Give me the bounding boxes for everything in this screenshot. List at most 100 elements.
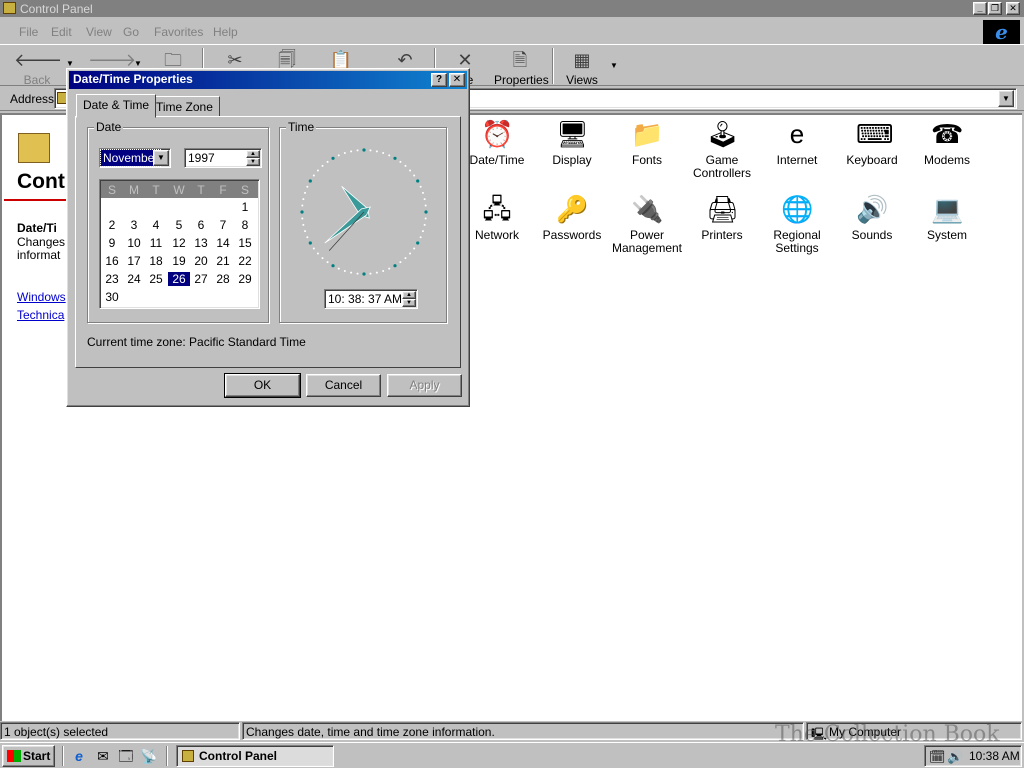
properties-button[interactable]: 🗎 Properties: [494, 47, 549, 87]
tab-date-time[interactable]: Date & Time: [76, 94, 157, 118]
calendar-day[interactable]: 7: [212, 218, 234, 232]
apply-button[interactable]: Apply: [387, 374, 462, 397]
calendar-day[interactable]: 10: [123, 236, 145, 250]
window-titlebar[interactable]: Control Panel _ ❐ ✕: [0, 0, 1024, 17]
dialog-close-button[interactable]: ✕: [449, 73, 465, 87]
calendar-day[interactable]: 25: [145, 272, 167, 286]
calendar-day[interactable]: 17: [123, 254, 145, 268]
menu-file[interactable]: File: [19, 25, 38, 39]
quicklaunch-ie-icon[interactable]: e: [70, 747, 88, 765]
calendar-day[interactable]: 22: [234, 254, 256, 268]
menu-help[interactable]: Help: [213, 25, 238, 39]
time-down-icon[interactable]: ▼: [402, 299, 416, 307]
cp-item-system[interactable]: 💻 System: [909, 193, 985, 242]
cp-item-keyboard[interactable]: ⌨ Keyboard: [834, 118, 910, 167]
technical-link[interactable]: Technica: [17, 308, 64, 322]
back-button[interactable]: 🡐 Back: [14, 47, 62, 87]
cp-item-game-controllers[interactable]: 🕹 Game Controllers: [684, 118, 760, 180]
tray-schedule-icon[interactable]: 🗓: [929, 747, 946, 767]
calendar-day[interactable]: 15: [234, 236, 256, 250]
calendar-day[interactable]: 3: [123, 218, 145, 232]
taskbar-control-panel[interactable]: Control Panel: [176, 745, 334, 767]
calendar-day[interactable]: 27: [190, 272, 212, 286]
dialog-titlebar[interactable]: Date/Time Properties ? ✕: [69, 71, 467, 89]
start-button[interactable]: Start: [2, 745, 55, 767]
calendar-day[interactable]: 14: [212, 236, 234, 250]
forward-dropdown-icon[interactable]: ▼: [134, 59, 142, 68]
calendar-day[interactable]: 24: [123, 272, 145, 286]
calendar-day[interactable]: 12: [168, 236, 190, 250]
time-up-icon[interactable]: ▲: [402, 291, 416, 299]
clock-minute-mark: [404, 257, 407, 260]
views-dropdown-icon[interactable]: ▼: [610, 61, 618, 70]
cp-item-fonts[interactable]: 📁 Fonts: [609, 118, 685, 167]
calendar-day[interactable]: 11: [145, 236, 167, 250]
calendar-day[interactable]: 29: [234, 272, 256, 286]
cancel-button[interactable]: Cancel: [306, 374, 381, 397]
menu-go[interactable]: Go: [123, 25, 139, 39]
calendar-day[interactable]: 28: [212, 272, 234, 286]
menu-view[interactable]: View: [86, 25, 112, 39]
calendar-day[interactable]: 5: [168, 218, 190, 232]
cp-item-printers[interactable]: 🖨 Printers: [684, 193, 760, 242]
calendar-day[interactable]: 6: [190, 218, 212, 232]
clock-hour-mark: [416, 241, 420, 245]
calendar-day[interactable]: 18: [145, 254, 167, 268]
month-dropdown-icon[interactable]: ▼: [153, 150, 169, 166]
printer-folder-icon: 🖨: [706, 194, 740, 224]
minimize-button[interactable]: _: [973, 2, 987, 15]
internet-icon: e: [789, 119, 805, 149]
cp-item-date-time[interactable]: ⏰ Date/Time: [459, 118, 535, 167]
tab-time-zone[interactable]: Time Zone: [149, 96, 220, 117]
quicklaunch-desktop-icon[interactable]: 🗔: [117, 747, 135, 765]
clock-minute-mark: [337, 154, 340, 157]
cp-item-sounds[interactable]: 🔊 Sounds: [834, 193, 910, 242]
ok-button[interactable]: OK: [224, 373, 301, 398]
weekday-label: M: [129, 183, 139, 197]
year-down-icon[interactable]: ▼: [246, 158, 260, 166]
time-spinner[interactable]: 10: 38: 37 AM ▲ ▼: [324, 289, 418, 309]
calendar-day[interactable]: 9: [101, 236, 123, 250]
cp-item-display[interactable]: 🖥 Display: [534, 118, 610, 167]
calendar-day[interactable]: 1: [234, 200, 256, 214]
tray-clock[interactable]: 10:38 AM: [969, 749, 1020, 763]
close-button[interactable]: ✕: [1006, 2, 1020, 15]
windows-link[interactable]: Windows: [17, 290, 66, 304]
cp-item-modems[interactable]: ☎ Modems: [909, 118, 985, 167]
calendar-day[interactable]: 8: [234, 218, 256, 232]
cp-item-regional-settings[interactable]: 🌐 Regional Settings: [759, 193, 835, 255]
keys-icon: 🔑: [556, 194, 589, 224]
calendar-day[interactable]: 30: [101, 290, 123, 304]
clock-icon: ⏰: [481, 119, 514, 149]
calendar-day[interactable]: 2: [101, 218, 123, 232]
restore-button[interactable]: ❐: [988, 2, 1002, 15]
calendar-day[interactable]: 19: [168, 254, 190, 268]
cp-item-passwords[interactable]: 🔑 Passwords: [534, 193, 610, 242]
help-button[interactable]: ?: [431, 73, 447, 87]
cp-item-power-management[interactable]: 🔌 Power Management: [609, 193, 685, 255]
views-button[interactable]: ▦ Views: [562, 47, 602, 87]
cp-item-network[interactable]: 🖧 Network: [459, 193, 535, 242]
calendar-day[interactable]: 13: [190, 236, 212, 250]
address-dropdown-icon[interactable]: ▼: [998, 90, 1014, 107]
weekday-label: T: [152, 183, 160, 197]
calendar-day[interactable]: 21: [212, 254, 234, 268]
calendar-day[interactable]: 23: [101, 272, 123, 286]
year-up-icon[interactable]: ▲: [246, 150, 260, 158]
back-dropdown-icon[interactable]: ▼: [66, 59, 74, 68]
clock-minute-mark: [399, 160, 402, 163]
menu-edit[interactable]: Edit: [51, 25, 72, 39]
calendar-day-selected[interactable]: 26: [168, 272, 190, 286]
month-select[interactable]: November ▼: [99, 148, 171, 168]
menu-favorites[interactable]: Favorites: [154, 25, 203, 39]
quicklaunch-channels-icon[interactable]: 📡: [140, 747, 158, 765]
tray-volume-icon[interactable]: 🔊: [947, 747, 963, 767]
clock-minute-mark: [382, 269, 385, 272]
cp-item-internet[interactable]: e Internet: [759, 118, 835, 167]
calendar-day[interactable]: 20: [190, 254, 212, 268]
year-spinner[interactable]: 1997 ▲ ▼: [184, 148, 262, 168]
clock-hour-mark: [300, 210, 304, 214]
quicklaunch-outlook-icon[interactable]: ✉: [94, 747, 112, 765]
calendar-day[interactable]: 16: [101, 254, 123, 268]
calendar-day[interactable]: 4: [145, 218, 167, 232]
